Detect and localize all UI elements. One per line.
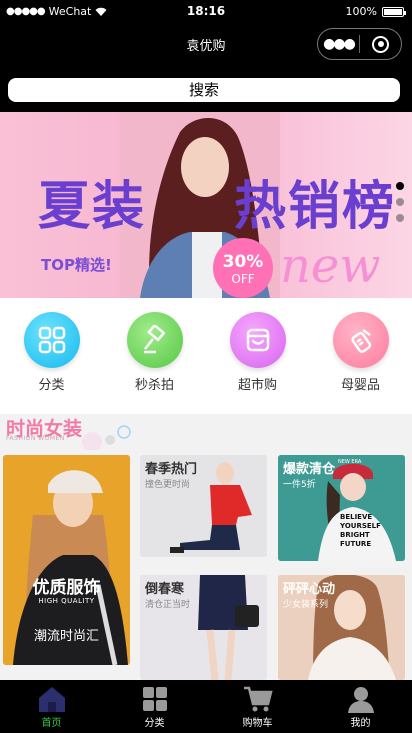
category-label: 分类 [38,378,65,393]
section-decoration [82,425,131,450]
battery-percent: 100% [345,5,377,18]
tab-category[interactable]: 分类 [103,680,206,733]
baby-bottle-icon [332,312,389,368]
more-dots-icon: ●●● [323,36,356,52]
category-grid-icon [142,687,167,711]
tab-label: 购物车 [242,718,273,729]
banner-subtitle: TOP精选! [41,256,112,274]
miniprogram-capsule: ●●● [317,28,402,60]
category-label: 超市购 [237,378,277,393]
fashion-women-section: 时尚女装 FASHION WOMEN 优质服饰 HIGH QUALITY 潮流时… [0,414,412,680]
target-close-icon [372,35,389,53]
category-item-flash-sale[interactable]: 秒杀拍 [103,298,206,414]
promo-banner[interactable]: 夏装 热销榜 TOP精选! 30% OFF new [0,112,412,298]
discount-percent: 30% [222,252,264,272]
card-title: 倒春寒 [145,582,185,597]
tab-home[interactable]: 首页 [0,680,103,733]
card-title: 砰砰心动 [283,582,336,597]
shirt-print: BELIEVE YOURSELF BRIGHT FUTURE [340,513,381,549]
section-subtitle: FASHION WOMEN [6,435,65,442]
card-subtitle: 撞色更时尚 [145,480,191,490]
banner-script-text: new [280,238,381,294]
search-area: 搜索 [0,64,412,112]
banner-headline-right: 热销榜 [234,177,397,237]
card-subtitle: 一件5折 [283,480,316,490]
tab-label: 首页 [41,718,62,729]
nav-bar: 袁优购 ●●● [0,24,412,64]
featured-caption: 优质服饰 [32,578,101,598]
shirt-print-line: BRIGHT [340,531,370,539]
shirt-print-line: YOURSELF [340,522,381,530]
grid-icon [23,312,80,368]
cap-print-text: NEW ERA [338,459,362,465]
carousel-dot[interactable] [396,182,404,190]
category-item-supermarket[interactable]: 超市购 [206,298,309,414]
user-icon [347,687,374,713]
category-item-fenlei[interactable]: 分类 [0,298,103,414]
card-subtitle: 少女装系列 [283,600,329,610]
banner-headline-left: 夏装 [38,177,147,237]
category-nav: 分类 秒杀拍 超市购 母婴品 [0,298,412,414]
more-options-button[interactable]: ●●● [318,36,359,52]
carousel-dot[interactable] [396,198,404,206]
status-bar: ●●●●● WeChat 18:16 100% [0,0,412,24]
tab-label: 我的 [350,718,371,729]
shirt-print-line: FUTURE [340,540,372,548]
product-card-heartbeat[interactable]: 砰砰心动 少女装系列 [278,575,405,680]
product-card-clearance[interactable]: 爆款清仓 一件5折 NEW ERA BELIEVE YOURSELF BRIGH… [278,455,405,561]
tab-cart[interactable]: 购物车 [206,680,309,733]
category-label: 秒杀拍 [134,378,174,393]
tab-label: 分类 [144,718,165,729]
featured-tagline: 潮流时尚汇 [33,629,99,644]
category-label: 母婴品 [340,378,380,393]
featured-quality: HIGH QUALITY [38,597,95,605]
close-miniprogram-button[interactable] [360,35,401,53]
featured-card[interactable]: 优质服饰 HIGH QUALITY 潮流时尚汇 [3,455,130,665]
carousel-indicators [396,182,404,222]
category-item-baby[interactable]: 母婴品 [309,298,412,414]
discount-off: OFF [231,272,255,286]
card-subtitle: 清仓正当时 [145,600,191,610]
cart-icon [243,686,273,712]
discount-badge: 30% OFF [213,238,273,298]
shirt-print-line: BELIEVE [340,513,373,521]
product-card-spring[interactable]: 春季热门 撞色更时尚 [140,455,267,557]
carousel-dot[interactable] [396,214,404,222]
search-input[interactable]: 搜索 [8,78,400,102]
home-icon [38,687,65,712]
hammer-icon [126,312,183,368]
battery-icon [382,6,406,17]
bottom-tab-bar: 首页 分类 购物车 我的 [0,680,412,733]
card-title: 爆款清仓 [283,462,336,477]
card-title: 春季热门 [145,462,198,477]
tab-profile[interactable]: 我的 [309,680,412,733]
shop-bag-icon [229,312,286,368]
product-card-late-spring[interactable]: 倒春寒 清仓正当时 [140,575,267,680]
